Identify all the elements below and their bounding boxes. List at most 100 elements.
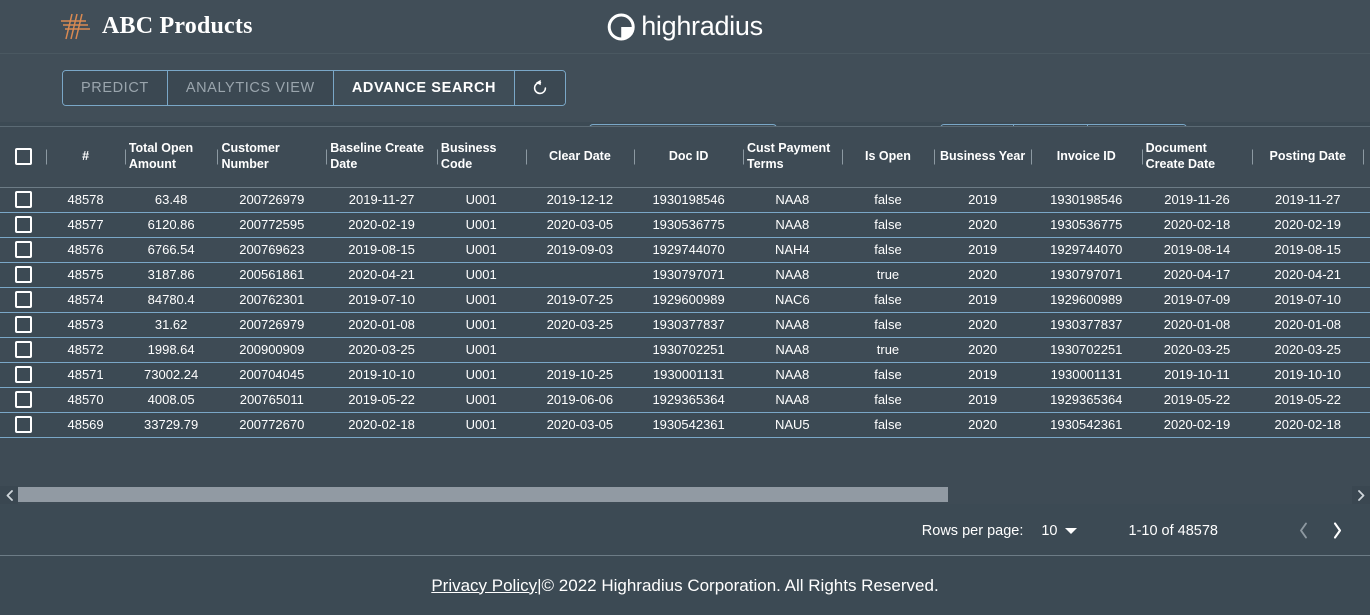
cell-doc_id: 1930702251 bbox=[634, 337, 743, 362]
row-checkbox-cell bbox=[0, 287, 46, 312]
cell-business_code: U001 bbox=[437, 287, 526, 312]
previous-page-button[interactable] bbox=[1286, 514, 1320, 548]
select-all-checkbox[interactable] bbox=[15, 148, 32, 165]
cell-doc_id: 1930377837 bbox=[634, 312, 743, 337]
column-header-business_year[interactable]: Business Year bbox=[934, 127, 1031, 187]
table-row[interactable]: 4857331.622007269792020-01-08U0012020-03… bbox=[0, 312, 1370, 337]
column-header-posting_date[interactable]: Posting Date bbox=[1252, 127, 1363, 187]
cell-posting_date: 2019-10-10 bbox=[1252, 362, 1363, 387]
cell-is_open: false bbox=[842, 187, 935, 212]
cell-document_create_date: 2020-02-19 bbox=[1142, 412, 1253, 437]
column-header-business_code[interactable]: Business Code bbox=[437, 127, 526, 187]
cell-business_code: U001 bbox=[437, 312, 526, 337]
scroll-right-button[interactable] bbox=[1352, 486, 1370, 504]
copyright-text: © 2022 Highradius Corporation. All Right… bbox=[542, 576, 939, 596]
scroll-left-button[interactable] bbox=[0, 486, 18, 504]
column-divider bbox=[437, 149, 438, 164]
table-row[interactable]: 485721998.642009009092020-03-25U00119307… bbox=[0, 337, 1370, 362]
cell-business_year: 2020 bbox=[934, 412, 1031, 437]
refresh-icon bbox=[531, 79, 549, 97]
cell-invoice_id: 1930001131 bbox=[1031, 362, 1142, 387]
column-header-invoice_currency[interactable]: Invoice Currency bbox=[1363, 127, 1370, 187]
cell-baseline_create_date: 2020-04-21 bbox=[326, 262, 437, 287]
cell-business_year: 2019 bbox=[934, 187, 1031, 212]
cell-invoice_id: 1929744070 bbox=[1031, 237, 1142, 262]
table-row[interactable]: 4857173002.242007040452019-10-10U0012019… bbox=[0, 362, 1370, 387]
cell-is_open: false bbox=[842, 212, 935, 237]
cell-invoice_id: 1930542361 bbox=[1031, 412, 1142, 437]
cell-invoice_id: 1929600989 bbox=[1031, 287, 1142, 312]
row-checkbox-cell bbox=[0, 412, 46, 437]
rows-per-page-select[interactable]: 10 bbox=[1041, 523, 1076, 539]
column-header-total_open_amount[interactable]: Total Open Amount bbox=[125, 127, 218, 187]
cell-invoice_currency bbox=[1363, 387, 1370, 412]
cell-posting_date: 2020-02-18 bbox=[1252, 412, 1363, 437]
abc-arrow-logo-icon bbox=[58, 12, 92, 42]
column-header-doc_id[interactable]: Doc ID bbox=[634, 127, 743, 187]
cell-invoice_currency bbox=[1363, 312, 1370, 337]
row-checkbox[interactable] bbox=[15, 241, 32, 258]
scrollbar-thumb[interactable] bbox=[18, 487, 948, 502]
cell-business_year: 2020 bbox=[934, 337, 1031, 362]
column-header-invoice_id[interactable]: Invoice ID bbox=[1031, 127, 1142, 187]
cell-total_open_amount: 63.48 bbox=[125, 187, 218, 212]
tab-predict[interactable]: PREDICT bbox=[63, 71, 168, 105]
brand: ABC Products bbox=[58, 12, 253, 42]
row-checkbox[interactable] bbox=[15, 216, 32, 233]
table-row[interactable]: 485766766.542007696232019-08-15U0012019-… bbox=[0, 237, 1370, 262]
cell-total_open_amount: 73002.24 bbox=[125, 362, 218, 387]
column-header-baseline_create_date[interactable]: Baseline Create Date bbox=[326, 127, 437, 187]
horizontal-scrollbar[interactable] bbox=[0, 486, 1370, 504]
cell-business_year: 2019 bbox=[934, 287, 1031, 312]
cell-total_open_amount: 6120.86 bbox=[125, 212, 218, 237]
scrollbar-track[interactable] bbox=[18, 486, 1352, 504]
table-row[interactable]: 485753187.862005618612020-04-21U00119307… bbox=[0, 262, 1370, 287]
cell-baseline_create_date: 2019-10-10 bbox=[326, 362, 437, 387]
table-row[interactable]: 485704008.052007650112019-05-22U0012019-… bbox=[0, 387, 1370, 412]
table-header-row: #Total Open AmountCustomer NumberBaselin… bbox=[0, 127, 1370, 187]
cell-num: 48576 bbox=[46, 237, 125, 262]
privacy-policy-link[interactable]: Privacy Policy bbox=[431, 576, 537, 596]
table-row[interactable]: 4856933729.792007726702020-02-18U0012020… bbox=[0, 412, 1370, 437]
row-checkbox[interactable] bbox=[15, 391, 32, 408]
column-header-label: Posting Date bbox=[1270, 149, 1346, 165]
tab-advance-search[interactable]: ADVANCE SEARCH bbox=[334, 71, 515, 105]
column-header-cust_payment_terms[interactable]: Cust Payment Terms bbox=[743, 127, 842, 187]
column-header-label: Document Create Date bbox=[1146, 141, 1249, 172]
refresh-button[interactable] bbox=[515, 71, 565, 105]
row-checkbox[interactable] bbox=[15, 366, 32, 383]
table-row[interactable]: 4857484780.42007623012019-07-10U0012019-… bbox=[0, 287, 1370, 312]
column-header-label: Invoice ID bbox=[1057, 149, 1116, 165]
row-checkbox[interactable] bbox=[15, 416, 32, 433]
tab-analytics-view[interactable]: ANALYTICS VIEW bbox=[168, 71, 334, 105]
row-checkbox[interactable] bbox=[15, 316, 32, 333]
cell-posting_date: 2020-03-25 bbox=[1252, 337, 1363, 362]
table-row[interactable]: 4857863.482007269792019-11-27U0012019-12… bbox=[0, 187, 1370, 212]
column-header-checkbox[interactable] bbox=[0, 127, 46, 187]
cell-business_year: 2019 bbox=[934, 387, 1031, 412]
column-header-clear_date[interactable]: Clear Date bbox=[526, 127, 635, 187]
cell-posting_date: 2019-07-10 bbox=[1252, 287, 1363, 312]
row-checkbox[interactable] bbox=[15, 266, 32, 283]
column-header-is_open[interactable]: Is Open bbox=[842, 127, 935, 187]
row-checkbox[interactable] bbox=[15, 291, 32, 308]
cell-doc_id: 1930797071 bbox=[634, 262, 743, 287]
cell-invoice_id: 1930702251 bbox=[1031, 337, 1142, 362]
column-header-document_create_date[interactable]: Document Create Date bbox=[1142, 127, 1253, 187]
column-header-num[interactable]: # bbox=[46, 127, 125, 187]
column-header-label: Clear Date bbox=[549, 149, 611, 165]
cell-baseline_create_date: 2020-01-08 bbox=[326, 312, 437, 337]
column-header-label: Is Open bbox=[865, 149, 911, 165]
cell-posting_date: 2020-02-19 bbox=[1252, 212, 1363, 237]
cell-is_open: false bbox=[842, 287, 935, 312]
next-page-button[interactable] bbox=[1320, 514, 1354, 548]
row-checkbox-cell bbox=[0, 262, 46, 287]
view-tab-group: PREDICT ANALYTICS VIEW ADVANCE SEARCH bbox=[62, 70, 566, 106]
table-row[interactable]: 485776120.862007725952020-02-19U0012020-… bbox=[0, 212, 1370, 237]
row-checkbox[interactable] bbox=[15, 341, 32, 358]
highradius-wordmark: highradius bbox=[641, 11, 763, 42]
data-table-container: #Total Open AmountCustomer NumberBaselin… bbox=[0, 126, 1370, 486]
row-checkbox[interactable] bbox=[15, 191, 32, 208]
column-header-customer_number[interactable]: Customer Number bbox=[217, 127, 326, 187]
cell-posting_date: 2019-08-15 bbox=[1252, 237, 1363, 262]
